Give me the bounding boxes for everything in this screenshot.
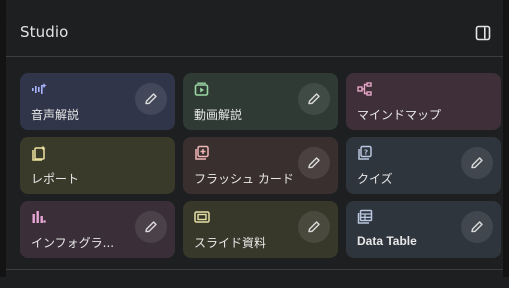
- tile-audio-overview[interactable]: 音声解説: [20, 73, 175, 130]
- pencil-icon[interactable]: [461, 147, 493, 179]
- tile-quiz[interactable]: ? クイズ: [346, 137, 501, 194]
- slides-icon: [194, 209, 210, 223]
- pencil-icon[interactable]: [461, 211, 493, 243]
- side-panel-icon[interactable]: [473, 23, 493, 43]
- tile-mind-map[interactable]: マインドマップ: [346, 73, 501, 130]
- pencil-icon[interactable]: [298, 147, 330, 179]
- tile-label: 動画解説: [194, 108, 243, 122]
- tile-label: スライド資料: [194, 236, 267, 250]
- mind-map-icon: [357, 81, 372, 96]
- pencil-icon[interactable]: [298, 211, 330, 243]
- infographic-icon: [31, 209, 46, 223]
- pencil-icon[interactable]: [135, 83, 167, 115]
- tile-label: クイズ: [357, 172, 393, 186]
- tile-slides[interactable]: スライド資料: [183, 201, 338, 258]
- quiz-icon: ?: [357, 145, 372, 160]
- tile-infographic[interactable]: インフォグラ...: [20, 201, 175, 258]
- table-icon: [357, 209, 373, 224]
- tile-video-overview[interactable]: 動画解説: [183, 73, 338, 130]
- background-right: [503, 0, 509, 277]
- studio-panel: Studio 音声解説 動画解説 マインドマップ レポート フラッシュ カード …: [0, 0, 509, 288]
- pencil-icon[interactable]: [298, 83, 330, 115]
- tile-flashcards[interactable]: フラッシュ カード: [183, 137, 338, 194]
- studio-header: Studio: [6, 8, 503, 57]
- report-icon: [31, 145, 46, 161]
- tile-data-table[interactable]: Data Table: [346, 201, 501, 258]
- audio-waveform-icon: [31, 81, 47, 95]
- tile-label: マインドマップ: [357, 108, 442, 122]
- tile-report[interactable]: レポート: [20, 137, 175, 194]
- svg-text:?: ?: [364, 149, 368, 157]
- panel-divider: [6, 269, 503, 270]
- tile-label: Data Table: [357, 234, 417, 248]
- panel-title: Studio: [20, 23, 69, 41]
- video-play-icon: [194, 81, 209, 96]
- tile-label: フラッシュ カード: [194, 172, 294, 186]
- tile-label: 音声解説: [31, 108, 80, 122]
- flashcard-icon: [194, 145, 209, 160]
- tile-label: レポート: [31, 172, 80, 186]
- pencil-icon[interactable]: [135, 211, 167, 243]
- tile-label: インフォグラ...: [31, 236, 115, 250]
